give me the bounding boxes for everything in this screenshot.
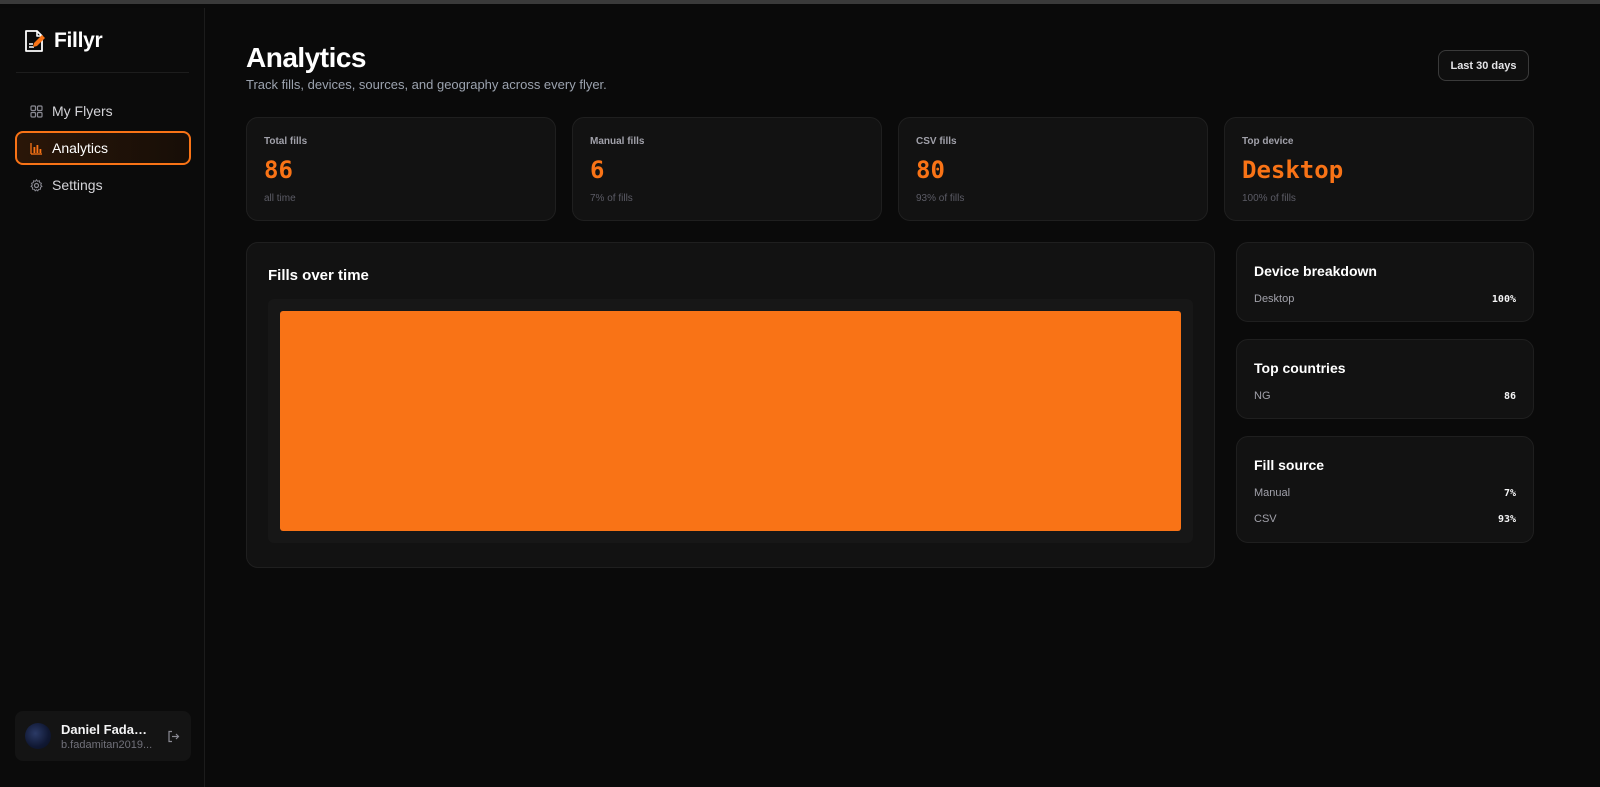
sidebar-item-label: My Flyers — [52, 103, 113, 119]
stat-sub: 100% of fills — [1242, 193, 1296, 204]
sidebar-item-analytics[interactable]: Analytics — [15, 131, 191, 165]
stat-card-top-device: Top device Desktop 100% of fills — [1224, 117, 1534, 221]
logout-icon[interactable] — [165, 728, 181, 744]
sidebar-nav: My Flyers Analytics Settings — [15, 94, 191, 205]
stat-sub: 7% of fills — [590, 193, 633, 204]
stat-label: Top device — [1242, 136, 1294, 147]
list-item: CSV 93% — [1254, 511, 1516, 527]
stat-value: 80 — [916, 156, 945, 184]
stat-label: CSV fills — [916, 136, 957, 147]
sidebar-item-label: Settings — [52, 177, 103, 193]
stat-card-manual-fills: Manual fills 6 7% of fills — [572, 117, 882, 221]
device-breakdown-card: Device breakdown Desktop 100% — [1236, 242, 1534, 322]
date-range-button[interactable]: Last 30 days — [1438, 50, 1529, 81]
stat-label: Total fills — [264, 136, 308, 147]
row-label: CSV — [1254, 513, 1277, 525]
list-item: NG 86 — [1254, 388, 1516, 404]
card-title: Top countries — [1254, 360, 1346, 376]
sidebar-divider — [16, 72, 189, 73]
fill-source-card: Fill source Manual 7% CSV 93% — [1236, 436, 1534, 543]
sidebar-item-my-flyers[interactable]: My Flyers — [15, 94, 191, 128]
fills-over-time-card: Fills over time — [246, 242, 1215, 568]
chart-area — [268, 299, 1193, 543]
row-value: 86 — [1503, 390, 1516, 402]
flyer-pen-icon — [25, 30, 45, 52]
stat-sub: 93% of fills — [916, 193, 965, 204]
top-countries-card: Top countries NG 86 — [1236, 339, 1534, 419]
app-window: Fillyr My Flyers Analytics Settings Dani… — [0, 0, 1600, 787]
user-card[interactable]: Daniel Fadamit... b.fadamitan2019... — [15, 711, 191, 761]
row-value: 7% — [1503, 487, 1516, 499]
row-label: NG — [1254, 390, 1271, 402]
stat-value: 86 — [264, 156, 293, 184]
sidebar-item-settings[interactable]: Settings — [15, 168, 191, 202]
brand[interactable]: Fillyr — [22, 26, 103, 56]
main-content: Analytics Track fills, devices, sources,… — [206, 8, 1600, 787]
stat-card-csv-fills: CSV fills 80 93% of fills — [898, 117, 1208, 221]
stat-value: 6 — [590, 156, 605, 184]
card-title: Fill source — [1254, 457, 1325, 473]
bar-chart-icon — [29, 141, 43, 155]
sidebar-item-label: Analytics — [52, 140, 109, 156]
page-title: Analytics — [246, 42, 367, 73]
list-item: Desktop 100% — [1254, 291, 1516, 307]
user-meta: Daniel Fadamit... b.fadamitan2019... — [61, 722, 155, 751]
grid-icon — [29, 104, 43, 118]
stat-sub: all time — [264, 193, 296, 204]
stat-value: Desktop — [1242, 156, 1344, 184]
gear-icon — [29, 178, 43, 192]
row-label: Desktop — [1254, 293, 1295, 305]
card-title: Device breakdown — [1254, 263, 1377, 279]
brand-name: Fillyr — [54, 29, 103, 52]
avatar — [25, 723, 51, 749]
list-item: Manual 7% — [1254, 485, 1516, 501]
row-label: Manual — [1254, 487, 1291, 499]
row-value: 93% — [1497, 513, 1516, 525]
fills-chart — [280, 311, 1181, 531]
user-name: Daniel Fadamit... — [61, 721, 155, 737]
page-subtitle: Track fills, devices, sources, and geogr… — [246, 77, 607, 92]
chart-bar[interactable] — [280, 311, 1181, 531]
stat-label: Manual fills — [590, 136, 645, 147]
chart-title: Fills over time — [268, 267, 369, 284]
stat-card-total-fills: Total fills 86 all time — [246, 117, 556, 221]
sidebar: Fillyr My Flyers Analytics Settings Dani… — [0, 8, 205, 787]
row-value: 100% — [1491, 293, 1516, 305]
user-email: b.fadamitan2019... — [61, 738, 153, 751]
